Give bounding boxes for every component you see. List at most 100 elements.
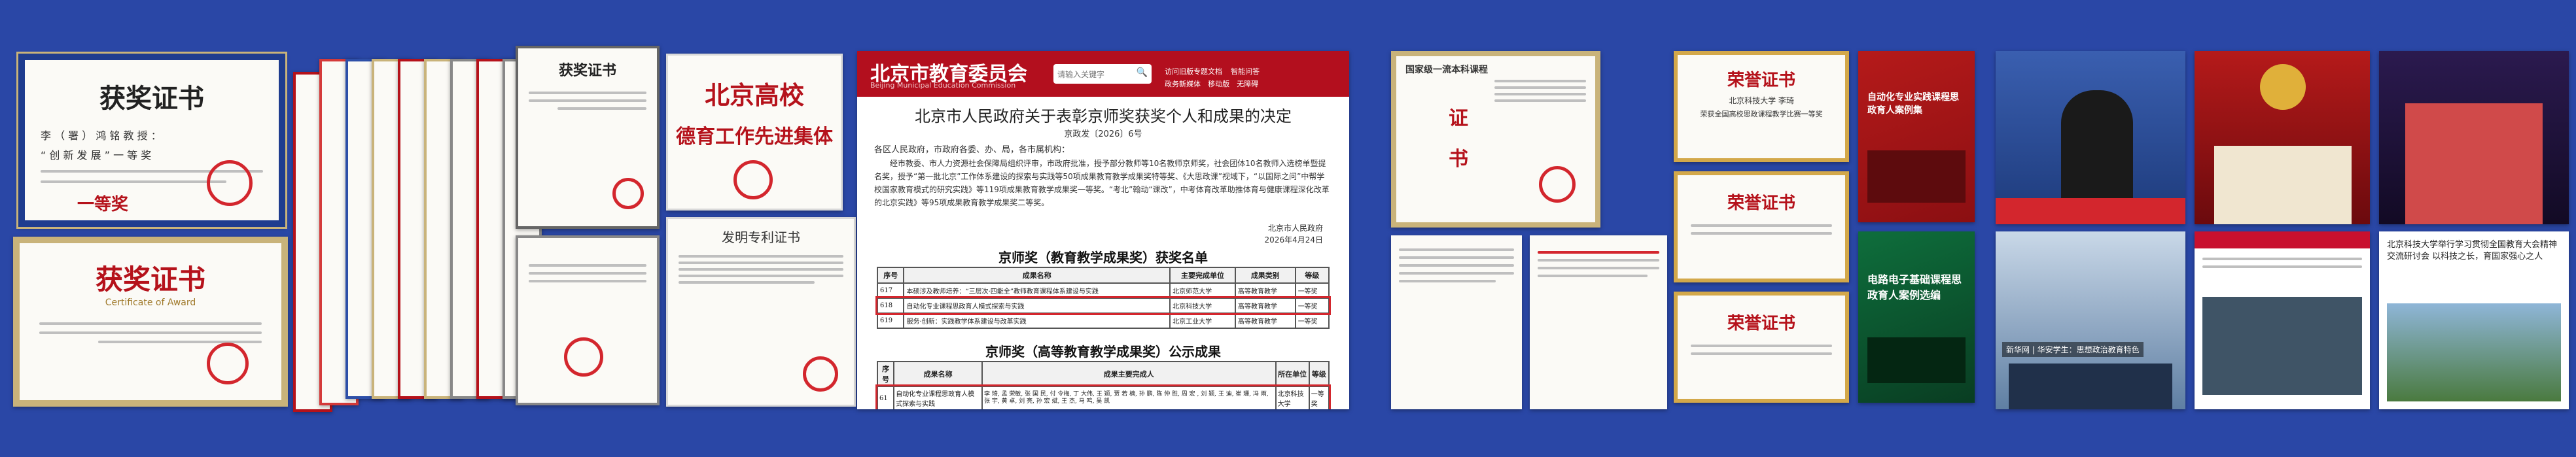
course-certificates: 国家级一流本科课程 证 书 [1386, 51, 1674, 409]
honor-certificate-bottom[interactable]: 荣誉证书 [1674, 292, 1849, 403]
red-seal-icon [564, 337, 603, 377]
nav-link-2[interactable]: 政务新媒体 [1165, 80, 1201, 88]
text-line [529, 99, 646, 102]
patent-title: 发明专利证书 [722, 229, 800, 245]
article-date: 2026年4月24日 [1264, 235, 1323, 245]
honor-and-patent: 北京高校 德育工作先进集体 发明专利证书 [666, 46, 856, 412]
award-table-1: 序号 成果名称 主要完成单位 成果类别 等级 617 本硕涉及教师培养：“三层次… [875, 267, 1331, 329]
certificate-line: 李 （ 署 ） 鸿 铭 教 授 ： [41, 129, 162, 142]
award-table-2-title: 京师奖（高等教育教学成果奖）公示成果 [985, 344, 1221, 360]
award-stage-photo[interactable] [2379, 51, 2569, 224]
table-cell: 一等奖 [1294, 282, 1330, 299]
book-cover-automation[interactable]: 自动化专业实践课程思政育人案例集 [1858, 51, 1975, 222]
honor-subtitle: 北京科技大学 李琦 [1729, 96, 1794, 105]
table-header-cell: 序号 [876, 361, 895, 387]
article-body: 经市教委、市人力资源社会保障局组织评审，市政府批准，授予部分教师等10名教师京师… [874, 159, 1330, 207]
text-line [557, 107, 646, 110]
certificate-title: 获奖证书 [95, 263, 205, 296]
table-cell: 617 [876, 282, 905, 299]
nav-link-3[interactable]: 移动版 [1208, 80, 1229, 88]
table-cell: 618 [876, 297, 905, 314]
text-line [41, 180, 226, 183]
first-class-course-certificate[interactable]: 国家级一流本科课程 证 书 [1391, 51, 1600, 228]
honor-certificate-top[interactable]: 荣誉证书 北京科技大学 李琦 荣获全国高校思政课程教学比赛一等奖 [1674, 51, 1849, 162]
table-cell: 一等奖 [1294, 297, 1330, 314]
book-title: 自动化专业实践课程思政育人案例集 [1867, 92, 1959, 115]
text-line [1399, 272, 1514, 275]
text-line [529, 272, 646, 275]
news-photo [2202, 297, 2362, 395]
document-number: 京政发〔2026〕6号 [1064, 129, 1142, 139]
text-line [1538, 267, 1659, 269]
news-screenshot[interactable] [2195, 231, 2370, 409]
red-seal-icon [803, 356, 838, 392]
table-header-cell: 成果主要完成人 [981, 361, 1277, 387]
award-certificate-third[interactable]: 获奖证书 [516, 46, 660, 229]
table-cell: 自动化专业课程思政育人模式探索与实践 [903, 297, 1171, 314]
table-header-row: 序号 成果名称 成果主要完成人 所在单位 等级 [876, 361, 1330, 387]
search-box[interactable]: 🔍 [1053, 64, 1152, 84]
table-cell: 北京工业大学 [1169, 313, 1236, 329]
table-cell: 一等奖 [1308, 386, 1330, 409]
article-recipients: 各区人民政府，市政府各委、办、局，各市属机构： [874, 145, 1070, 155]
table-header-row: 序号 成果名称 主要完成单位 成果类别 等级 [876, 267, 1330, 284]
news-header-bar [2195, 231, 2370, 248]
plaque-line: 德育工作先进集体 [676, 126, 833, 148]
interview-photo[interactable] [1996, 51, 2185, 224]
news-title: 北京科技大学举行学习贯彻全国教育大会精神交流研讨会 以科技之长，育国家强心之人 [2387, 240, 2558, 262]
award-table-1-grid: 序号 成果名称 主要完成单位 成果类别 等级 617 本硕涉及教师培养：“三层次… [875, 267, 1331, 329]
table-cell: 自动化专业课程思政育人模式探索与实践 [893, 386, 983, 409]
red-seal-icon [612, 178, 644, 209]
text-line [39, 331, 262, 334]
table-row: 617 本硕涉及教师培养：“三层次·四能全”教师教育课程体系建设与实践 北京师范… [876, 282, 1330, 299]
certificate-title: 获奖证书 [558, 62, 616, 79]
photo-collage: 新华网 | 华安学生：思想政治教育特色 北京科技大学举行学习贯彻全国教育大会精神… [1996, 51, 2569, 409]
red-seal-icon [1539, 166, 1576, 203]
text-line [679, 268, 843, 271]
table-row-highlighted: 618 自动化专业课程思政育人模式探索与实践 北京科技大学 高等教育教学 一等奖 [875, 296, 1331, 315]
students-photo[interactable]: 新华网 | 华安学生：思想政治教育特色 [1996, 231, 2185, 409]
honor-title: 荣誉证书 [1727, 314, 1795, 333]
text-line [1399, 248, 1514, 251]
nav-link-0[interactable]: 访问旧版专题文档 [1165, 67, 1222, 76]
table-header-cell: 等级 [1294, 267, 1330, 284]
course-heading: 国家级一流本科课程 [1405, 65, 1488, 75]
emblem-icon [2260, 64, 2306, 110]
photo-caption: 新华网 | 华安学生：思想政治教育特色 [2002, 342, 2144, 357]
table-cell: 北京科技大学 [1169, 297, 1236, 314]
document-page[interactable] [1391, 235, 1522, 409]
search-input[interactable] [1056, 65, 1131, 84]
table-header-cell: 成果类别 [1234, 267, 1296, 284]
search-icon[interactable]: 🔍 [1137, 67, 1148, 78]
honor-certificate-middle[interactable]: 荣誉证书 [1674, 171, 1849, 282]
text-line [1691, 232, 1832, 235]
ceremony-photo[interactable] [2195, 51, 2370, 224]
news-webpage: 北京市教育委员会 Beijing Municipal Education Com… [857, 51, 1349, 409]
patent-certificate[interactable]: 发明专利证书 [666, 217, 856, 407]
advanced-collective-plaque[interactable]: 北京高校 德育工作先进集体 [666, 54, 843, 211]
text-line [98, 341, 262, 343]
top-nav: 访问旧版专题文档 智能问答 政务新媒体 移动版 无障碍 [1165, 64, 1341, 89]
people-group [2009, 364, 2172, 409]
text-line [529, 264, 646, 267]
honors-and-books: 荣誉证书 北京科技大学 李琦 荣获全国高校思政课程教学比赛一等奖 荣誉证书 荣誉… [1674, 51, 1975, 409]
certificate-card[interactable] [516, 235, 660, 405]
text-line [679, 255, 843, 258]
text-line [1691, 352, 1832, 355]
book-cover-circuits[interactable]: 电路电子基础课程思政育人案例选编 [1858, 231, 1975, 403]
award-certificate-second[interactable]: 获奖证书 Certificate of Award [13, 237, 288, 407]
award-certificate-first[interactable]: 获奖证书 李 （ 署 ） 鸿 铭 教 授 ： “ 创 新 发 展 ” 一 等 奖… [16, 52, 287, 229]
nav-link-4[interactable]: 无障碍 [1237, 80, 1258, 88]
text-line [1494, 93, 1586, 95]
certificate-group-left: 获奖证书 李 （ 署 ） 鸿 铭 教 授 ： “ 创 新 发 展 ” 一 等 奖… [13, 46, 288, 412]
nav-link-1[interactable]: 智能问答 [1231, 67, 1260, 76]
red-seal-icon [733, 160, 773, 199]
award-table-1-title: 京师奖（教育教学成果奖）获奖名单 [998, 250, 1208, 265]
tv-caption-bar [1996, 198, 2185, 224]
site-header: 北京市教育委员会 Beijing Municipal Education Com… [857, 51, 1349, 97]
table-header-cell: 所在单位 [1275, 361, 1310, 387]
document-page[interactable] [1530, 235, 1667, 409]
award-table-2-grid: 序号 成果名称 成果主要完成人 所在单位 等级 61 自动化专业课程思政育人模式… [875, 361, 1331, 409]
campus-news-photo[interactable]: 北京科技大学举行学习贯彻全国教育大会精神交流研讨会 以科技之长，育国家强心之人 [2379, 231, 2569, 409]
text-line [1494, 86, 1586, 89]
